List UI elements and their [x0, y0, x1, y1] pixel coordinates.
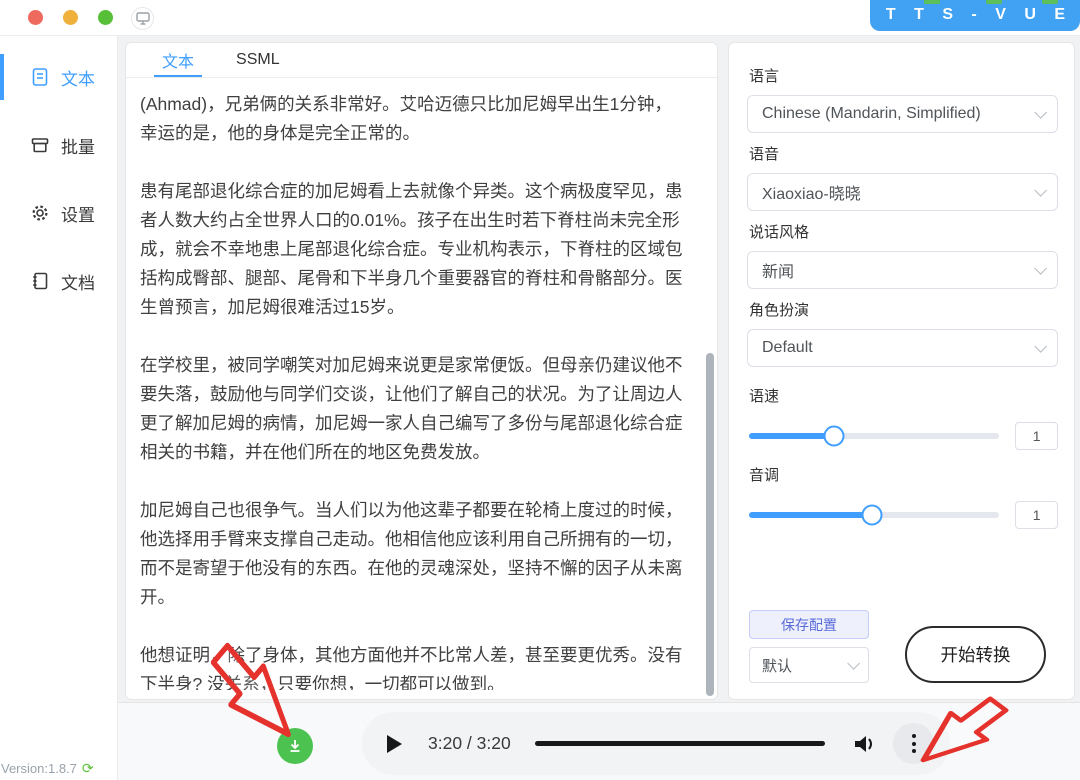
document-icon [30, 67, 50, 87]
speed-slider-row: 1 [749, 422, 1058, 450]
role-play-label: 角色扮演 [749, 299, 1058, 320]
player-menu-button[interactable] [893, 723, 934, 764]
speed-value-input[interactable]: 1 [1015, 422, 1058, 450]
chevron-down-icon [1034, 184, 1047, 197]
pitch-value-input[interactable]: 1 [1015, 501, 1058, 529]
pin-window-button[interactable] [131, 7, 154, 30]
save-config-button[interactable]: 保存配置 [749, 610, 869, 639]
paragraph: 他想证明，除了身体，其他方面他并不比常人差，甚至要更优秀。没有下半身? 没关系，… [140, 641, 687, 690]
sidebar-item-label: 设置 [61, 201, 95, 226]
playback-time: 3:20 / 3:20 [428, 733, 511, 754]
logo-decoration [986, 0, 1002, 4]
text-input-area[interactable]: (Ahmad)，兄弟俩的关系非常好。艾哈迈德只比加尼姆早出生1分钟，幸运的是，他… [126, 78, 717, 690]
sidebar-item-label: 文本 [61, 65, 95, 90]
speaking-style-select[interactable]: 新闻 [747, 251, 1058, 289]
audio-player: 3:20 / 3:20 [362, 712, 950, 775]
paragraph: (Ahmad)，兄弟俩的关系非常好。艾哈迈德只比加尼姆早出生1分钟，幸运的是，他… [140, 90, 687, 148]
paragraph: 加尼姆自己也很争气。当人们以为他这辈子都要在轮椅上度过的时候，他选择用手臂来支撑… [140, 496, 687, 612]
chevron-down-icon [1034, 340, 1047, 353]
play-button[interactable] [386, 734, 406, 754]
voice-settings-panel: 语言 Chinese (Mandarin, Simplified) 语音 Xia… [728, 42, 1075, 700]
voice-select[interactable]: Xiaoxiao-晓晓 [747, 173, 1058, 211]
version-text: Version:1.8.7 [1, 761, 77, 776]
config-preset-select[interactable]: 默认 [749, 647, 869, 683]
maximize-window-button[interactable] [98, 10, 113, 25]
close-window-button[interactable] [28, 10, 43, 25]
config-preset-value: 默认 [762, 655, 792, 676]
speed-slider-handle[interactable] [824, 426, 845, 447]
voice-value: Xiaoxiao-晓晓 [762, 180, 861, 204]
speed-label: 语速 [749, 385, 1058, 406]
kebab-icon [912, 734, 916, 738]
version-label: Version:1.8.7 ⟳ [1, 760, 94, 777]
sidebar-item-docs[interactable]: 文档 [0, 260, 117, 302]
download-icon [287, 738, 303, 754]
tab-ssml[interactable]: SSML [236, 43, 280, 77]
sidebar-item-label: 批量 [61, 133, 95, 158]
start-conversion-button[interactable]: 开始转换 [905, 626, 1046, 683]
sidebar-item-text[interactable]: 文本 [0, 56, 117, 98]
pitch-slider[interactable] [749, 512, 999, 518]
text-editor-panel: 文本 SSML (Ahmad)，兄弟俩的关系非常好。艾哈迈德只比加尼姆早出生1分… [125, 42, 718, 700]
pitch-label: 音调 [749, 464, 1058, 485]
app-logo: T T S - V U E [870, 0, 1080, 31]
active-indicator [0, 54, 4, 100]
speaking-style-value: 新闻 [762, 258, 794, 282]
pitch-slider-fill [749, 512, 872, 518]
volume-icon [852, 733, 876, 755]
language-value: Chinese (Mandarin, Simplified) [762, 105, 981, 123]
language-label: 语言 [749, 65, 1058, 86]
chevron-down-icon [1034, 262, 1047, 275]
editor-tabs: 文本 SSML [126, 43, 717, 78]
minimize-window-button[interactable] [63, 10, 78, 25]
tab-text[interactable]: 文本 [162, 43, 194, 77]
logo-decoration [1042, 0, 1058, 4]
logo-decoration [924, 0, 940, 4]
role-play-select[interactable]: Default [747, 329, 1058, 367]
paragraph: 在学校里，被同学嘲笑对加尼姆来说更是家常便饭。但母亲仍建议他不要失落，鼓励他与同… [140, 351, 687, 467]
speed-slider[interactable] [749, 433, 999, 439]
gear-icon [30, 203, 50, 223]
sidebar-item-settings[interactable]: 设置 [0, 192, 117, 234]
refresh-icon[interactable]: ⟳ [82, 760, 94, 776]
sidebar: 文本 批量 设置 文档 Version:1.8.7 ⟳ [0, 36, 118, 780]
monitor-icon [136, 12, 150, 25]
speaking-style-label: 说话风格 [749, 221, 1058, 242]
paragraph: 患有尾部退化综合症的加尼姆看上去就像个异类。这个病极度罕见，患者人数大约占全世界… [140, 177, 687, 322]
sidebar-item-batch[interactable]: 批量 [0, 124, 117, 166]
notebook-icon [30, 271, 50, 291]
download-audio-button[interactable] [277, 728, 313, 764]
pitch-slider-row: 1 [749, 501, 1058, 529]
chevron-down-icon [1034, 106, 1047, 119]
chevron-down-icon [847, 657, 860, 670]
role-play-value: Default [762, 339, 813, 357]
seek-bar[interactable] [535, 741, 825, 746]
speed-slider-fill [749, 433, 834, 439]
player-bar: 3:20 / 3:20 [118, 702, 1080, 780]
pitch-slider-handle[interactable] [861, 505, 882, 526]
text-scrollbar-thumb[interactable] [706, 353, 714, 696]
batch-box-icon [30, 135, 50, 155]
language-select[interactable]: Chinese (Mandarin, Simplified) [747, 95, 1058, 133]
play-icon [386, 734, 403, 754]
titlebar: T T S - V U E [0, 0, 1080, 36]
voice-label: 语音 [749, 143, 1058, 164]
settings-actions: 保存配置 默认 开始转换 [749, 610, 1060, 683]
sidebar-item-label: 文档 [61, 269, 95, 294]
volume-button[interactable] [851, 731, 877, 757]
